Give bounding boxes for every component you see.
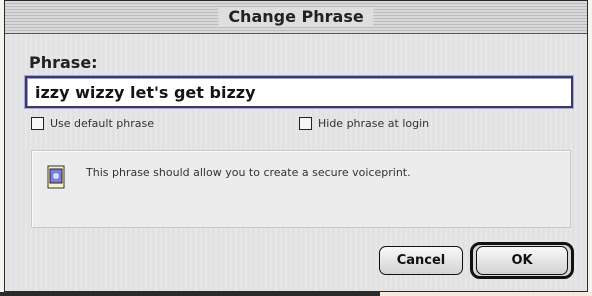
hide-phrase-label: Hide phrase at login	[318, 117, 430, 130]
bottom-shadow-strip	[0, 292, 380, 296]
ok-button[interactable]: OK	[476, 246, 568, 275]
title-bar[interactable]: Change Phrase	[5, 1, 587, 34]
change-phrase-dialog: Change Phrase Phrase: Use default phrase…	[4, 0, 588, 292]
dialog-title: Change Phrase	[218, 7, 374, 27]
info-box: This phrase should allow you to create a…	[31, 150, 571, 228]
bottom-background-strip	[380, 292, 592, 296]
info-message: This phrase should allow you to create a…	[86, 166, 411, 179]
page: Change Phrase Phrase: Use default phrase…	[0, 0, 592, 296]
use-default-phrase-checkbox[interactable]	[31, 117, 44, 130]
hide-phrase-option[interactable]: Hide phrase at login	[299, 117, 429, 130]
voiceprint-document-icon	[47, 165, 65, 189]
phrase-input[interactable]	[25, 76, 573, 108]
hide-phrase-checkbox[interactable]	[299, 117, 312, 130]
use-default-phrase-option[interactable]: Use default phrase	[31, 117, 154, 130]
phrase-label: Phrase:	[29, 53, 98, 72]
cancel-button[interactable]: Cancel	[379, 246, 463, 275]
use-default-phrase-label: Use default phrase	[50, 117, 154, 130]
